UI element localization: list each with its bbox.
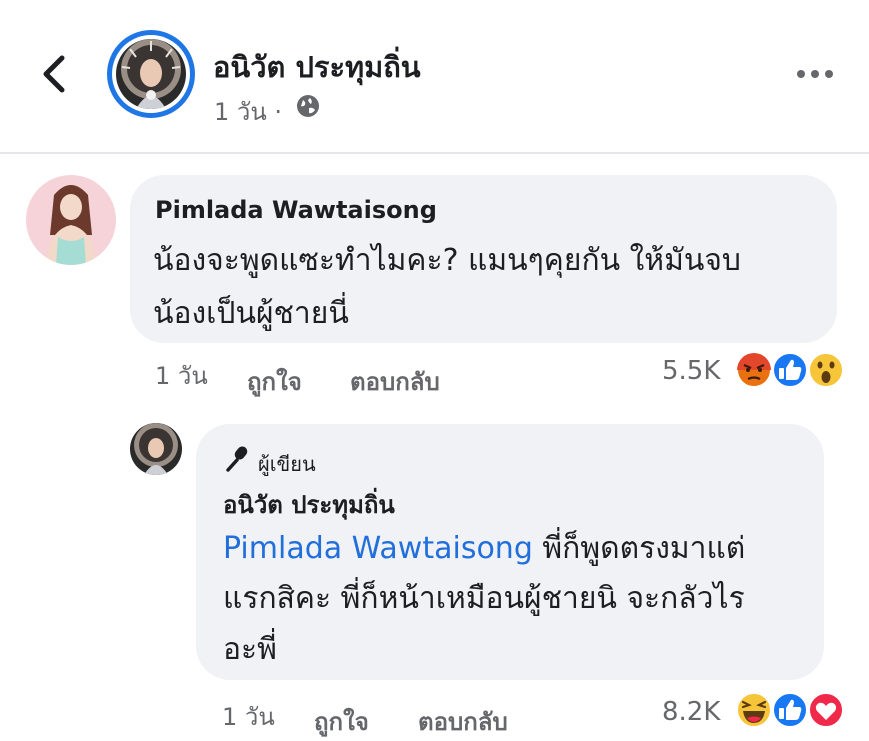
header-divider	[0, 152, 869, 154]
comment-text-line-1: น้องจะพูดแซะทำไมคะ? แมนๆคุยกัน ให้มันจบ	[153, 243, 741, 278]
mention-link[interactable]: Pimlada Wawtaisong	[223, 531, 533, 566]
commenter-avatar[interactable]	[26, 175, 116, 265]
reply-text-line-1: Pimlada Wawtaisong พี่ก็พูดตรงมาแต่	[223, 525, 745, 572]
globe-icon	[295, 93, 321, 119]
microphone-icon	[224, 443, 254, 473]
more-options-button[interactable]	[793, 62, 837, 86]
reply-text-line-1-rest: พี่ก็พูดตรงมาแต่	[532, 531, 746, 566]
comment-reaction-count[interactable]: 5.5K	[662, 356, 720, 386]
angry-icon	[736, 352, 772, 388]
comment-reply-button[interactable]: ตอบกลับ	[350, 362, 440, 401]
back-button[interactable]	[36, 52, 76, 96]
love-icon	[808, 692, 844, 728]
more-horizontal-icon	[797, 70, 833, 78]
comment-author-name[interactable]: Pimlada Wawtaisong	[155, 196, 437, 224]
post-author-name[interactable]: อนิวัต ประทุมถิ่น	[213, 44, 421, 90]
author-badge-label: ผู้เขียน	[258, 452, 316, 476]
comment-text-line-2: น้องเป็นผู้ชายนี่	[153, 296, 349, 331]
post-timestamp[interactable]: 1 วัน ·	[214, 92, 282, 131]
comment-timestamp[interactable]: 1 วัน	[155, 356, 208, 395]
reply-reaction-count[interactable]: 8.2K	[662, 697, 720, 727]
reply-reactions[interactable]	[734, 690, 844, 730]
like-icon	[772, 352, 808, 388]
reply-timestamp[interactable]: 1 วัน	[222, 697, 275, 736]
reply-like-button[interactable]: ถูกใจ	[314, 702, 369, 741]
chevron-left-icon	[43, 55, 65, 93]
reply-text-line-3: อะพี่	[223, 632, 277, 667]
wow-icon	[808, 352, 844, 388]
haha-icon	[736, 692, 772, 728]
reply-reply-button[interactable]: ตอบกลับ	[418, 702, 508, 741]
comment-like-button[interactable]: ถูกใจ	[247, 362, 302, 401]
reply-text-line-2: แรกสิคะ พี่ก็หน้าเหมือนผู้ชายนิ จะกลัวไร	[223, 581, 745, 616]
author-avatar[interactable]	[107, 30, 195, 118]
reply-author-avatar[interactable]	[130, 423, 182, 475]
like-icon	[772, 692, 808, 728]
reply-author-name[interactable]: อนิวัต ประทุมถิ่น	[223, 485, 395, 524]
comment-reactions[interactable]	[734, 350, 844, 390]
